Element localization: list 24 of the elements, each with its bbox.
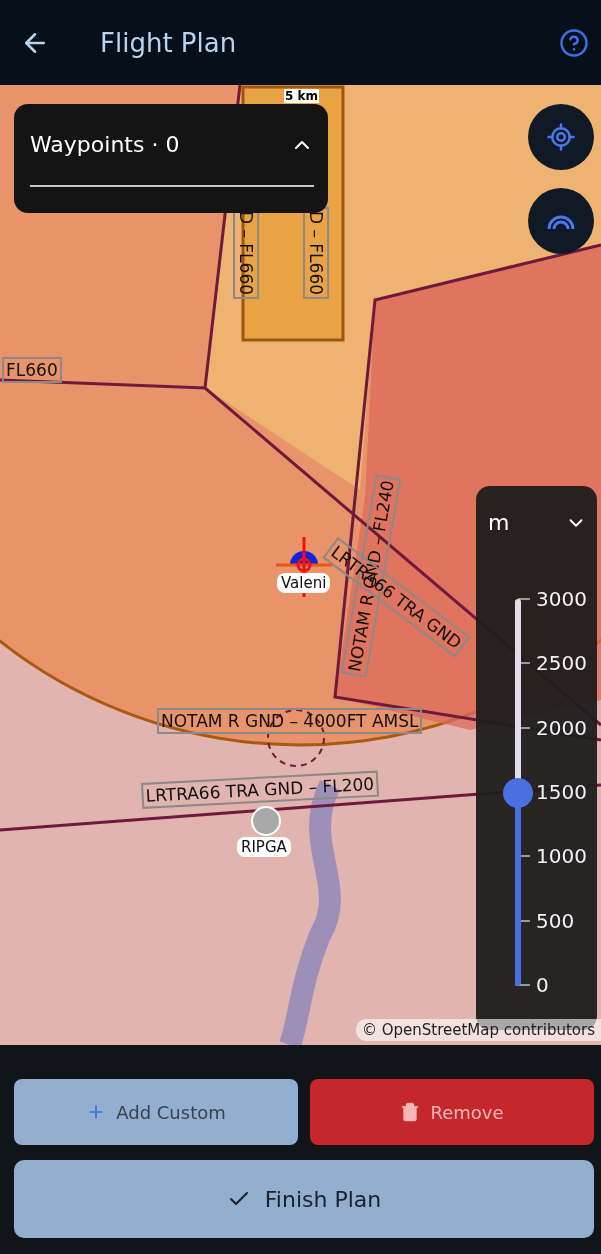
tick-label: 500 — [536, 908, 575, 933]
locate-icon — [546, 122, 576, 152]
waypoint-dot-icon[interactable] — [251, 806, 281, 836]
waypoint-label: Valeni — [277, 573, 331, 593]
finish-plan-button[interactable]: Finish Plan — [14, 1160, 594, 1238]
add-custom-button[interactable]: Add Custom — [14, 1079, 298, 1145]
airspace-label: NOTAM R GND – 4000FT AMSL — [157, 708, 423, 734]
tick-label: 2000 — [536, 715, 587, 740]
scale-label: 5 km — [284, 89, 319, 103]
slider-track[interactable] — [515, 599, 521, 986]
tick-label: 2500 — [536, 651, 587, 676]
tick-label: 1500 — [536, 780, 587, 804]
help-icon[interactable] — [559, 27, 589, 58]
waypoint-label: RIPGA — [237, 837, 291, 857]
trash-icon — [400, 1102, 421, 1122]
page-title: Flight Plan — [100, 27, 238, 58]
airspace-label: FL660 — [2, 357, 62, 383]
tick-label: 0 — [536, 972, 549, 997]
slider-thumb[interactable] — [503, 777, 533, 808]
tick-label: 1000 — [536, 844, 587, 869]
unit-dropdown[interactable]: m — [488, 510, 587, 535]
panel-title: Waypoints · 0 — [30, 132, 180, 157]
tick-label: 3000 — [536, 587, 587, 611]
attribution-text: © OpenStreetMap contributors — [355, 1019, 601, 1041]
